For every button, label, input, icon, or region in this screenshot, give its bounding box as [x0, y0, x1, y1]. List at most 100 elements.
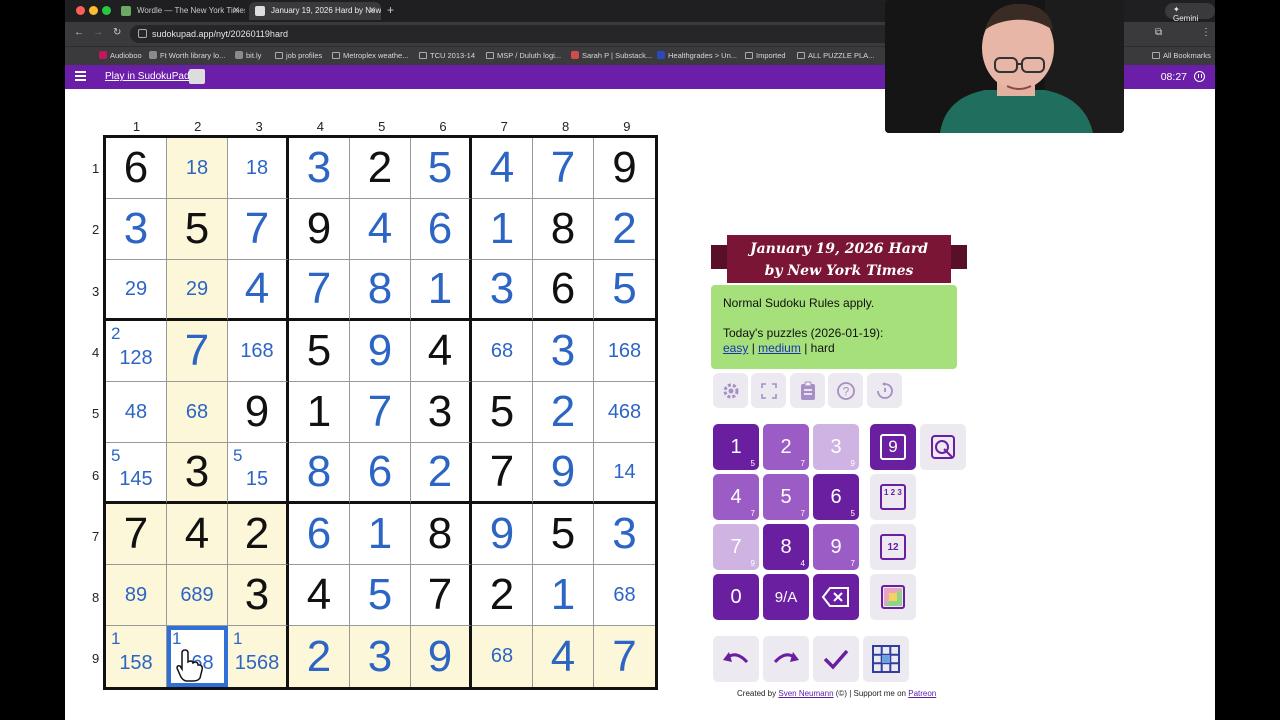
- digit-key-1[interactable]: 15: [713, 424, 759, 470]
- grid-cell-r3c1[interactable]: 29: [106, 260, 167, 321]
- tab-wordle[interactable]: Wordle — The New York Times ✕: [115, 2, 245, 20]
- grid-cell-r3c3[interactable]: 4: [228, 260, 289, 321]
- fullscreen-button[interactable]: [751, 373, 786, 408]
- close-window-button[interactable]: [76, 6, 85, 15]
- grid-cell-r5c1[interactable]: 48: [106, 382, 167, 443]
- grid-cell-r7c3[interactable]: 2: [228, 504, 289, 565]
- bookmark-item[interactable]: Sarah P | Substack...: [571, 51, 652, 60]
- delete-button[interactable]: [813, 574, 859, 620]
- tab-sudokupad[interactable]: January 19, 2026 Hard by New York Times …: [249, 2, 381, 20]
- digit-key-4[interactable]: 47: [713, 474, 759, 520]
- author-link[interactable]: Sven Neumann: [778, 689, 833, 698]
- grid-cell-r2c2[interactable]: 5: [167, 199, 228, 260]
- grid-cell-r7c5[interactable]: 1: [350, 504, 411, 565]
- grid-cell-r4c2[interactable]: 7: [167, 321, 228, 382]
- grid-cell-r6c2[interactable]: 3: [167, 443, 228, 504]
- grid-cell-r2c1[interactable]: 3: [106, 199, 167, 260]
- grid-cell-r2c9[interactable]: 2: [594, 199, 655, 260]
- grid-cell-r7c4[interactable]: 6: [289, 504, 350, 565]
- bookmark-item[interactable]: Audioboo: [99, 51, 142, 60]
- grid-cell-r9c4[interactable]: 2: [289, 626, 350, 687]
- bookmark-folder[interactable]: TCU 2013-14: [419, 51, 475, 60]
- settings-button[interactable]: [713, 373, 748, 408]
- grid-select-button[interactable]: [863, 636, 909, 682]
- play-in-sudokupad-link[interactable]: Play in SudokuPad: [105, 71, 190, 82]
- gemini-button[interactable]: ✦ Gemini: [1165, 3, 1215, 23]
- grid-cell-r5c9[interactable]: 468: [594, 382, 655, 443]
- grid-cell-r6c9[interactable]: 14: [594, 443, 655, 504]
- close-icon[interactable]: ✕: [232, 5, 240, 16]
- grid-cell-r1c5[interactable]: 2: [350, 138, 411, 199]
- grid-cell-r7c6[interactable]: 8: [411, 504, 472, 565]
- site-settings-icon[interactable]: [138, 29, 147, 38]
- grid-cell-r2c8[interactable]: 8: [533, 199, 594, 260]
- help-button[interactable]: ?: [828, 373, 863, 408]
- grid-cell-r8c7[interactable]: 2: [472, 565, 533, 626]
- grid-cell-r3c4[interactable]: 7: [289, 260, 350, 321]
- grid-cell-r6c3[interactable]: 5 15: [228, 443, 289, 504]
- grid-cell-r6c5[interactable]: 6: [350, 443, 411, 504]
- address-bar[interactable]: sudokupad.app/nyt/20260119hard: [130, 25, 900, 43]
- normal-mode-button[interactable]: 9: [870, 424, 916, 470]
- digit-key-0[interactable]: 0: [713, 574, 759, 620]
- grid-cell-r3c5[interactable]: 8: [350, 260, 411, 321]
- digit-key-9-A[interactable]: 9/A: [763, 574, 809, 620]
- all-bookmarks-folder[interactable]: All Bookmarks: [1152, 51, 1211, 60]
- grid-cell-r4c8[interactable]: 3: [533, 321, 594, 382]
- grid-cell-r5c7[interactable]: 5: [472, 382, 533, 443]
- bookmark-item[interactable]: Ft Worth library lo...: [149, 51, 225, 60]
- grid-cell-r4c9[interactable]: 168: [594, 321, 655, 382]
- grid-cell-r7c1[interactable]: 7: [106, 504, 167, 565]
- grid-cell-r2c3[interactable]: 7: [228, 199, 289, 260]
- bookmark-folder[interactable]: job profiles: [275, 51, 322, 60]
- grid-cell-r2c7[interactable]: 1: [472, 199, 533, 260]
- digit-key-7[interactable]: 79: [713, 524, 759, 570]
- bookmark-item[interactable]: Healthgrades > Un...: [657, 51, 737, 60]
- digit-key-5[interactable]: 57: [763, 474, 809, 520]
- grid-cell-r4c3[interactable]: 168: [228, 321, 289, 382]
- bookmark-folder[interactable]: Imported: [745, 51, 786, 60]
- grid-cell-r9c2[interactable]: 1168: [167, 626, 228, 687]
- grid-cell-r1c4[interactable]: 3: [289, 138, 350, 199]
- grid-cell-r4c1[interactable]: 2 128: [106, 321, 167, 382]
- grid-cell-r8c3[interactable]: 3: [228, 565, 289, 626]
- grid-cell-r1c2[interactable]: 18: [167, 138, 228, 199]
- grid-cell-r6c6[interactable]: 2: [411, 443, 472, 504]
- digit-key-6[interactable]: 65: [813, 474, 859, 520]
- clipboard-button[interactable]: [790, 373, 825, 408]
- grid-cell-r7c9[interactable]: 3: [594, 504, 655, 565]
- grid-cell-r3c2[interactable]: 29: [167, 260, 228, 321]
- grid-cell-r8c1[interactable]: 89: [106, 565, 167, 626]
- grid-cell-r5c5[interactable]: 7: [350, 382, 411, 443]
- grid-cell-r6c1[interactable]: 5 145: [106, 443, 167, 504]
- grid-cell-r7c7[interactable]: 9: [472, 504, 533, 565]
- grid-cell-r8c4[interactable]: 4: [289, 565, 350, 626]
- grid-cell-r5c8[interactable]: 2: [533, 382, 594, 443]
- colour-palette-button[interactable]: [870, 574, 916, 620]
- grid-cell-r4c5[interactable]: 9: [350, 321, 411, 382]
- grid-cell-r6c8[interactable]: 9: [533, 443, 594, 504]
- grid-cell-r8c9[interactable]: 68: [594, 565, 655, 626]
- corner-mode-button[interactable]: 1 2 3: [870, 474, 916, 520]
- reload-icon[interactable]: ↻: [113, 27, 121, 38]
- grid-cell-r3c7[interactable]: 3: [472, 260, 533, 321]
- color-mode-button[interactable]: [920, 424, 966, 470]
- grid-cell-r1c8[interactable]: 7: [533, 138, 594, 199]
- grid-cell-r8c8[interactable]: 1: [533, 565, 594, 626]
- forward-arrow-icon[interactable]: →: [93, 27, 103, 38]
- check-button[interactable]: [813, 636, 859, 682]
- grid-cell-r3c9[interactable]: 5: [594, 260, 655, 321]
- grid-cell-r9c5[interactable]: 3: [350, 626, 411, 687]
- grid-cell-r2c4[interactable]: 9: [289, 199, 350, 260]
- grid-cell-r4c7[interactable]: 68: [472, 321, 533, 382]
- more-menu-icon[interactable]: ⋮: [1201, 27, 1211, 38]
- minimize-window-button[interactable]: [89, 6, 98, 15]
- digit-key-9[interactable]: 97: [813, 524, 859, 570]
- grid-cell-r3c8[interactable]: 6: [533, 260, 594, 321]
- grid-cell-r9c1[interactable]: 1 158: [106, 626, 167, 687]
- digit-key-2[interactable]: 27: [763, 424, 809, 470]
- sudoku-grid[interactable]: 6 18 18 3 2 5 4 7 9 3 5 7 9 4 6 1 8 2 29 29 4 7 8 1 3 6 5 2 128 7 168 5…: [103, 135, 658, 690]
- bookmark-folder[interactable]: Metroplex weathe...: [332, 51, 408, 60]
- bookmark-item[interactable]: bit.ly: [235, 51, 261, 60]
- grid-cell-r5c3[interactable]: 9: [228, 382, 289, 443]
